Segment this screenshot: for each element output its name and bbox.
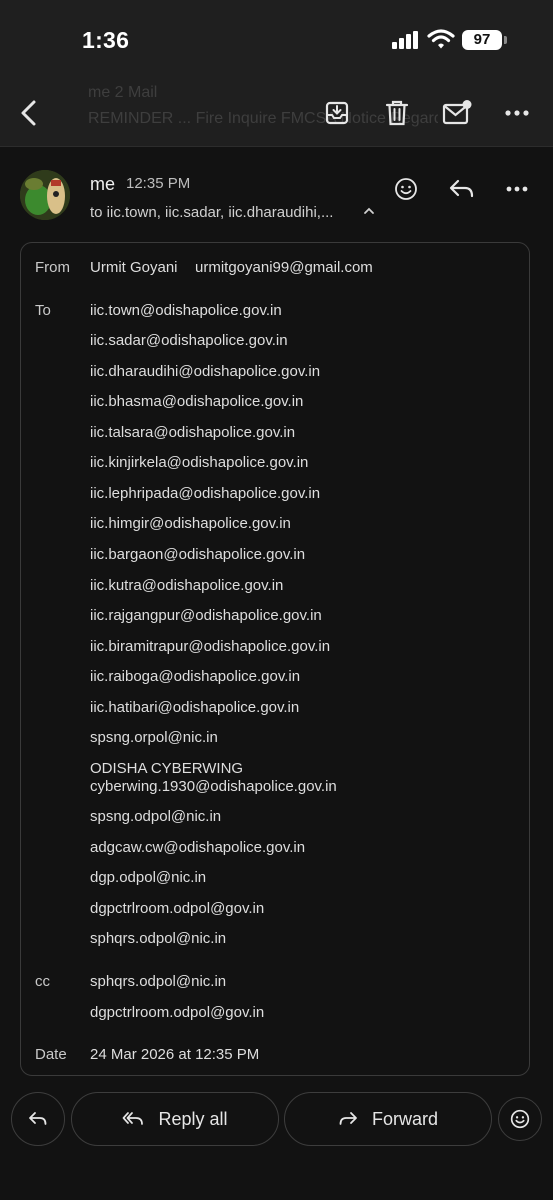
to-address[interactable]: iic.rajgangpur@odishapolice.gov.in xyxy=(90,607,322,624)
wifi-icon xyxy=(427,29,455,49)
to-address[interactable]: iic.lephripada@odishapolice.gov.in xyxy=(90,485,320,502)
message-toolbar: me 2 Mail REMINDER ... Fire Inquire FMCS… xyxy=(0,80,553,147)
forward-icon xyxy=(339,1112,357,1125)
emoji-icon xyxy=(395,178,417,200)
more-icon xyxy=(506,186,528,192)
to-address[interactable]: iic.hatibari@odishapolice.gov.in xyxy=(90,699,299,716)
back-button[interactable] xyxy=(9,94,47,132)
chevron-up-icon[interactable] xyxy=(362,204,376,218)
message-details: From Urmit Goyani urmitgoyani99@gmail.co… xyxy=(20,242,530,1076)
date-value: 24 Mar 2026 at 12:35 PM xyxy=(90,1046,260,1063)
reply-actions-bar: Reply all Forward xyxy=(0,1088,553,1150)
emoji-icon xyxy=(510,1109,530,1129)
status-bar: 1:36 97 xyxy=(0,0,553,80)
date-label: Date xyxy=(35,1046,67,1063)
reply-button[interactable] xyxy=(447,174,477,204)
cellular-signal-icon xyxy=(392,31,418,49)
more-icon xyxy=(505,110,529,116)
cc-label: cc xyxy=(35,973,50,990)
mark-unread-button[interactable] xyxy=(438,94,476,132)
to-address[interactable]: iic.himgir@odishapolice.gov.in xyxy=(90,515,291,532)
to-address[interactable]: iic.town@odishapolice.gov.in xyxy=(90,302,282,319)
reply-icon xyxy=(449,179,474,198)
to-address[interactable]: sphqrs.odpol@nic.in xyxy=(90,930,226,947)
to-address[interactable]: iic.bhasma@odishapolice.gov.in xyxy=(90,393,303,410)
from-name: Urmit Goyani xyxy=(90,259,178,276)
to-address[interactable]: iic.kinjirkela@odishapolice.gov.in xyxy=(90,454,308,471)
archive-icon xyxy=(325,101,349,125)
reply-all-button[interactable]: Reply all xyxy=(71,1092,279,1146)
to-address[interactable]: spsng.odpol@nic.in xyxy=(90,808,221,825)
mark-unread-icon xyxy=(442,100,472,125)
from-label: From xyxy=(35,259,70,276)
home-indicator-area xyxy=(0,1150,553,1200)
cc-address[interactable]: dgpctrlroom.odpol@gov.in xyxy=(90,1004,264,1021)
to-contact-name[interactable]: ODISHA CYBERWING xyxy=(90,760,243,777)
from-email[interactable]: urmitgoyani99@gmail.com xyxy=(195,259,373,276)
message-time: 12:35 PM xyxy=(126,175,191,192)
avatar-image xyxy=(20,170,70,220)
delete-button[interactable] xyxy=(378,94,416,132)
message-more-button[interactable] xyxy=(502,174,532,204)
reply-all-icon xyxy=(123,1112,144,1125)
to-address[interactable]: iic.kutra@odishapolice.gov.in xyxy=(90,577,283,594)
forward-button[interactable]: Forward xyxy=(284,1092,492,1146)
to-address[interactable]: adgcaw.cw@odishapolice.gov.in xyxy=(90,839,305,856)
to-address[interactable]: iic.biramitrapur@odishapolice.gov.in xyxy=(90,638,330,655)
reply-icon xyxy=(29,1112,47,1125)
add-reaction-button[interactable] xyxy=(391,174,421,204)
to-address[interactable]: iic.raiboga@odishapolice.gov.in xyxy=(90,668,300,685)
to-address[interactable]: spsng.orpol@nic.in xyxy=(90,729,218,746)
archive-button[interactable] xyxy=(318,94,356,132)
to-address[interactable]: iic.talsara@odishapolice.gov.in xyxy=(90,424,295,441)
cc-address[interactable]: sphqrs.odpol@nic.in xyxy=(90,973,226,990)
emoji-reaction-button[interactable] xyxy=(498,1097,542,1141)
to-address[interactable]: dgpctrlroom.odpol@gov.in xyxy=(90,900,264,917)
status-time: 1:36 xyxy=(82,27,130,53)
back-arrow-icon xyxy=(21,100,36,126)
reply-button-bottom[interactable] xyxy=(11,1092,65,1146)
reply-all-label: Reply all xyxy=(158,1108,228,1129)
avatar[interactable] xyxy=(20,170,70,220)
more-options-button[interactable] xyxy=(498,94,536,132)
to-contact-email[interactable]: cyberwing.1930@odishapolice.gov.in xyxy=(90,778,337,795)
battery-level: 97 xyxy=(462,30,502,50)
to-address[interactable]: iic.bargaon@odishapolice.gov.in xyxy=(90,546,305,563)
forward-label: Forward xyxy=(371,1108,438,1129)
to-address[interactable]: iic.sadar@odishapolice.gov.in xyxy=(90,332,288,349)
message-header: me 12:35 PM to iic.town, iic.sadar, iic.… xyxy=(0,158,553,238)
recipients-summary[interactable]: to iic.town, iic.sadar, iic.dharaudihi,.… xyxy=(90,204,333,221)
to-label: To xyxy=(35,302,51,319)
sender-name: me xyxy=(90,174,116,194)
battery-tip xyxy=(504,36,507,44)
trash-icon xyxy=(385,100,409,126)
ghost-subject-1: me 2 Mail xyxy=(88,84,158,101)
to-address[interactable]: dgp.odpol@nic.in xyxy=(90,869,206,886)
to-address[interactable]: iic.dharaudihi@odishapolice.gov.in xyxy=(90,363,320,380)
